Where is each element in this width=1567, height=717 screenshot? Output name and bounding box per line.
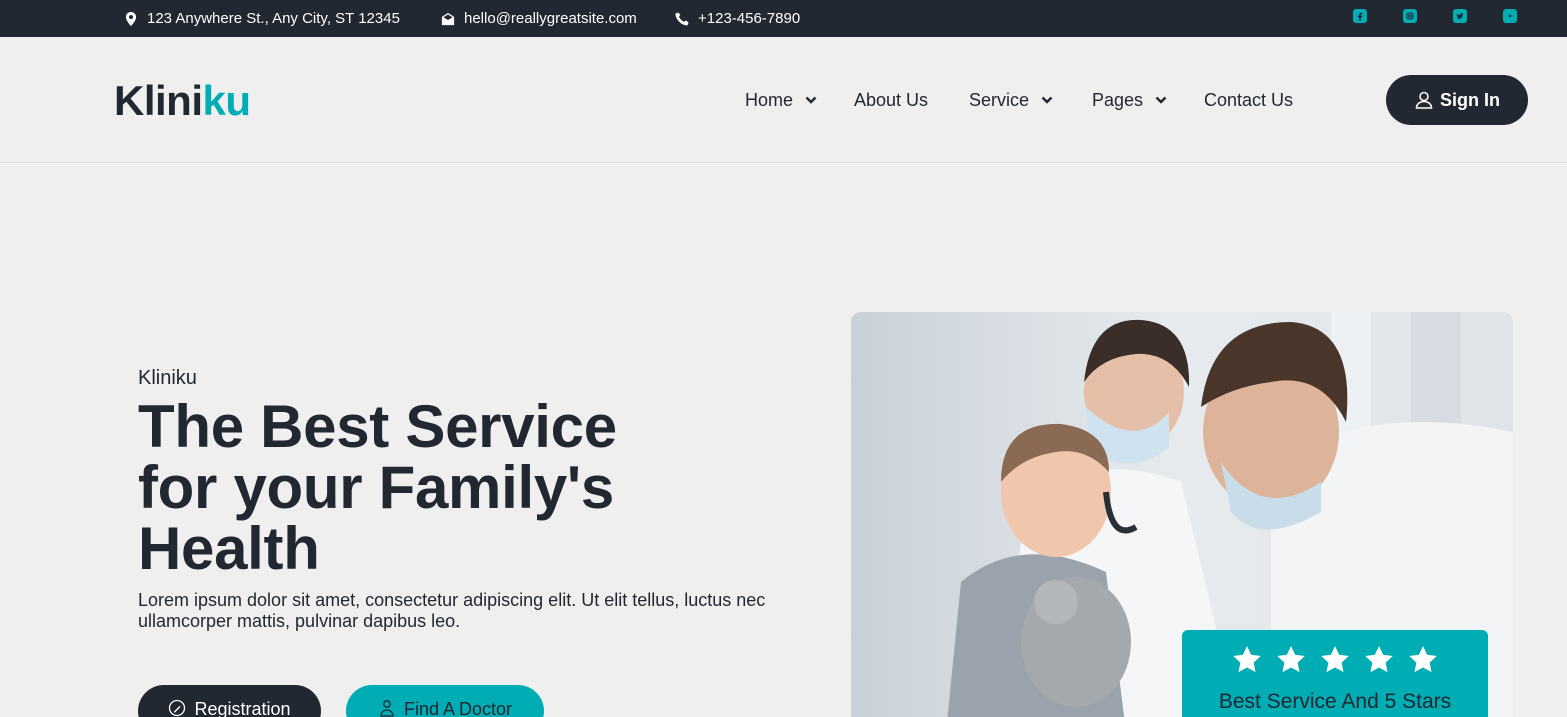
doctor-icon (380, 700, 394, 717)
phone-icon (675, 11, 689, 25)
email-info[interactable]: hello@reallygreatsite.com (441, 0, 637, 37)
nav-item-service[interactable]: Service (969, 89, 1053, 111)
registration-label: Registration (194, 699, 291, 717)
main-navbar: Kliniku Home About Us Service Pages Cont… (0, 37, 1567, 163)
instagram-icon[interactable] (1403, 9, 1417, 23)
find-a-doctor-label: Find A Doctor (403, 699, 513, 717)
map-pin-icon (125, 11, 137, 26)
nav-label-about-us: About Us (854, 89, 929, 110)
headline-line-2: for your Family's (138, 454, 614, 521)
chevron-down-icon (805, 96, 817, 104)
nav-item-home[interactable]: Home (745, 89, 817, 111)
nav-item-contact-us[interactable]: Contact Us (1204, 89, 1293, 111)
chevron-down-icon (1041, 96, 1053, 104)
nav-item-about-us[interactable]: About Us (854, 89, 928, 111)
nav-label-home: Home (745, 89, 794, 110)
user-icon (1415, 91, 1433, 109)
logo-part-accent: ku (202, 77, 252, 124)
star-icon (1409, 646, 1437, 673)
star-icon (1365, 646, 1393, 673)
logo-part-dark: Klini (114, 77, 203, 124)
kliniku-logo[interactable]: Kliniku (114, 77, 251, 125)
star-icon (1321, 646, 1349, 673)
headline-line-3: Health (138, 515, 320, 582)
chevron-down-icon (1155, 96, 1167, 104)
sign-in-button[interactable]: Sign In (1386, 75, 1528, 125)
hero-headline: The Best Service for your Family's Healt… (138, 396, 778, 579)
phone-info[interactable]: +123-456-7890 (675, 0, 800, 37)
nav-label-pages: Pages (1092, 89, 1144, 110)
sign-in-label: Sign In (1440, 89, 1500, 110)
address-info: 123 Anywhere St., Any City, ST 12345 (124, 0, 400, 37)
five-star-rating (1182, 644, 1488, 676)
twitter-icon[interactable] (1453, 9, 1467, 23)
nav-item-pages[interactable]: Pages (1092, 89, 1167, 111)
phone-text[interactable]: +123-456-7890 (698, 10, 800, 27)
headline-line-1: The Best Service (138, 393, 617, 460)
youtube-icon[interactable] (1503, 9, 1517, 23)
rating-text: Best Service And 5 Stars (1218, 690, 1452, 713)
star-icon (1233, 646, 1261, 673)
facebook-icon[interactable] (1353, 9, 1367, 23)
rating-card: Best Service And 5 Stars (1182, 630, 1488, 717)
top-info-bar: 123 Anywhere St., Any City, ST 12345 hel… (0, 0, 1567, 37)
find-a-doctor-button[interactable]: Find A Doctor (346, 685, 544, 717)
envelope-open-icon (441, 12, 455, 25)
registration-button[interactable]: Registration (138, 685, 321, 717)
email-text[interactable]: hello@reallygreatsite.com (464, 10, 637, 27)
address-text: 123 Anywhere St., Any City, ST 12345 (147, 10, 400, 27)
nav-label-service: Service (969, 89, 1030, 110)
nav-label-contact-us: Contact Us (1204, 89, 1294, 110)
star-icon (1277, 646, 1305, 673)
hero-description: Lorem ipsum dolor sit amet, consectetur … (138, 590, 766, 631)
hero-eyebrow: Kliniku (138, 367, 197, 389)
registration-icon (169, 699, 186, 717)
